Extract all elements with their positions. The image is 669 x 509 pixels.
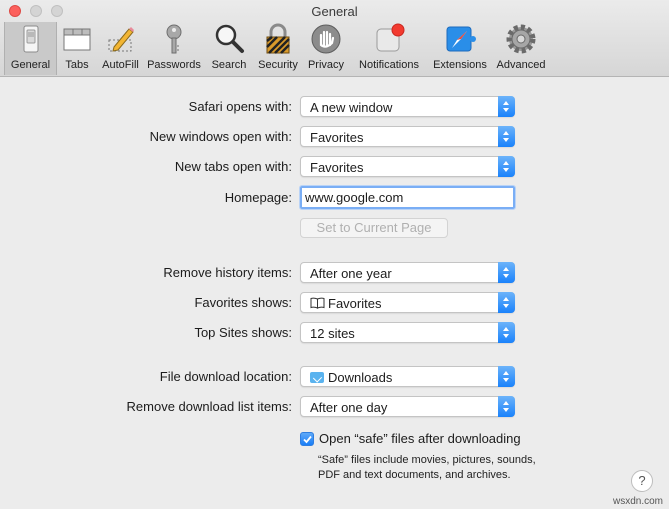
help-button[interactable]: ? <box>631 470 653 492</box>
notification-badge-icon <box>376 23 405 52</box>
download-location-popup[interactable]: Downloads <box>300 366 515 387</box>
tab-tabs-label: Tabs <box>65 59 89 71</box>
new-tabs-label: New tabs open with: <box>174 159 292 174</box>
tab-privacy-label: Privacy <box>307 59 345 71</box>
popup-arrows-icon <box>498 262 515 283</box>
favorites-shows-row: Favorites shows: Favorites <box>0 292 669 314</box>
top-sites-label: Top Sites shows: <box>194 325 292 340</box>
set-to-current-page-button[interactable]: Set to Current Page <box>300 218 448 238</box>
homepage-row: Homepage: <box>0 185 669 210</box>
tab-extensions-label: Extensions <box>433 59 487 71</box>
preferences-window: General General Tabs AutoFill Passwords … <box>0 0 669 509</box>
top-sites-value: 12 sites <box>310 326 355 341</box>
favorites-shows-value: Favorites <box>328 296 382 311</box>
download-location-row: File download location: Downloads <box>0 366 669 388</box>
favorites-shows-label: Favorites shows: <box>194 295 292 310</box>
set-current-page-row: Set to Current Page <box>0 218 669 240</box>
safari-opens-with-popup[interactable]: A new window <box>300 96 515 117</box>
homepage-field-frame <box>299 185 516 210</box>
new-windows-value: Favorites <box>310 130 364 145</box>
tab-passwords[interactable]: Passwords <box>144 22 204 75</box>
compass-puzzle-icon <box>446 26 476 52</box>
popup-arrows-icon <box>498 292 515 313</box>
general-switch-icon <box>23 25 38 53</box>
open-safe-files-checkbox[interactable] <box>300 432 314 446</box>
new-windows-row: New windows open with: Favorites <box>0 126 669 148</box>
tab-search-label: Search <box>211 59 247 71</box>
remove-history-popup[interactable]: After one year <box>300 262 515 283</box>
new-windows-label: New windows open with: <box>149 129 292 144</box>
tab-autofill[interactable]: AutoFill <box>97 22 144 75</box>
homepage-input[interactable] <box>302 188 513 207</box>
tab-security-label: Security <box>258 59 298 71</box>
tab-general-label: General <box>10 59 51 71</box>
safari-opens-with-row: Safari opens with: A new window <box>0 96 669 118</box>
remove-history-label: Remove history items: <box>163 265 292 280</box>
new-tabs-value: Favorites <box>310 160 364 175</box>
safe-files-note: “Safe” files include movies, pictures, s… <box>318 454 536 481</box>
tab-notifications-label: Notifications <box>359 59 419 71</box>
safari-opens-with-value: A new window <box>310 100 393 115</box>
popup-arrows-icon <box>498 322 515 343</box>
downloads-folder-icon <box>310 372 324 383</box>
book-icon <box>310 297 325 309</box>
top-sites-popup[interactable]: 12 sites <box>300 322 515 343</box>
watermark: wsxdn.com <box>612 496 663 507</box>
remove-download-list-value: After one day <box>310 400 388 415</box>
remove-download-list-popup[interactable]: After one day <box>300 396 515 417</box>
window-title: General <box>311 4 358 19</box>
popup-arrows-icon <box>498 126 515 147</box>
tab-notifications[interactable]: Notifications <box>350 22 428 75</box>
remove-history-row: Remove history items: After one year <box>0 262 669 284</box>
homepage-label: Homepage: <box>224 190 292 205</box>
tab-extensions[interactable]: Extensions <box>428 22 492 75</box>
tab-security[interactable]: Security <box>254 22 302 75</box>
padlock-icon <box>266 23 290 54</box>
download-location-value: Downloads <box>328 370 393 385</box>
tab-privacy[interactable]: Privacy <box>302 22 350 75</box>
magnifier-icon <box>215 24 244 53</box>
remove-download-list-row: Remove download list items: After one da… <box>0 396 669 418</box>
favorites-shows-popup[interactable]: Favorites <box>300 292 515 313</box>
tab-advanced-label: Advanced <box>496 59 546 71</box>
key-icon <box>166 24 182 54</box>
autofill-pencil-icon <box>108 27 134 52</box>
download-location-label: File download location: <box>159 369 292 384</box>
favorites-shows-value-wrap: Favorites <box>310 296 381 311</box>
remove-download-list-label: Remove download list items: <box>126 399 292 414</box>
tab-passwords-label: Passwords <box>147 59 201 71</box>
popup-arrows-icon <box>498 96 515 117</box>
popup-arrows-icon <box>498 156 515 177</box>
top-sites-row: Top Sites shows: 12 sites <box>0 322 669 344</box>
tab-advanced[interactable]: Advanced <box>492 22 550 75</box>
tab-search[interactable]: Search <box>204 22 254 75</box>
general-settings-pane: Safari opens with: A new window New wind… <box>0 78 669 509</box>
checkmark-icon <box>303 435 312 444</box>
safari-opens-with-label: Safari opens with: <box>188 99 292 114</box>
hand-icon <box>311 24 341 54</box>
download-location-value-wrap: Downloads <box>310 370 392 385</box>
tab-autofill-label: AutoFill <box>102 59 139 71</box>
tab-tabs[interactable]: Tabs <box>57 22 97 75</box>
new-tabs-popup[interactable]: Favorites <box>300 156 515 177</box>
gear-icon <box>506 24 536 54</box>
popup-arrows-icon <box>498 366 515 387</box>
tabs-icon <box>63 28 91 51</box>
remove-history-value: After one year <box>310 266 392 281</box>
new-windows-popup[interactable]: Favorites <box>300 126 515 147</box>
open-safe-files-label: Open “safe” files after downloading <box>319 431 521 446</box>
new-tabs-row: New tabs open with: Favorites <box>0 156 669 178</box>
popup-arrows-icon <box>498 396 515 417</box>
title-bar: General General Tabs AutoFill Passwords … <box>0 0 669 77</box>
tab-general[interactable]: General <box>4 22 57 75</box>
